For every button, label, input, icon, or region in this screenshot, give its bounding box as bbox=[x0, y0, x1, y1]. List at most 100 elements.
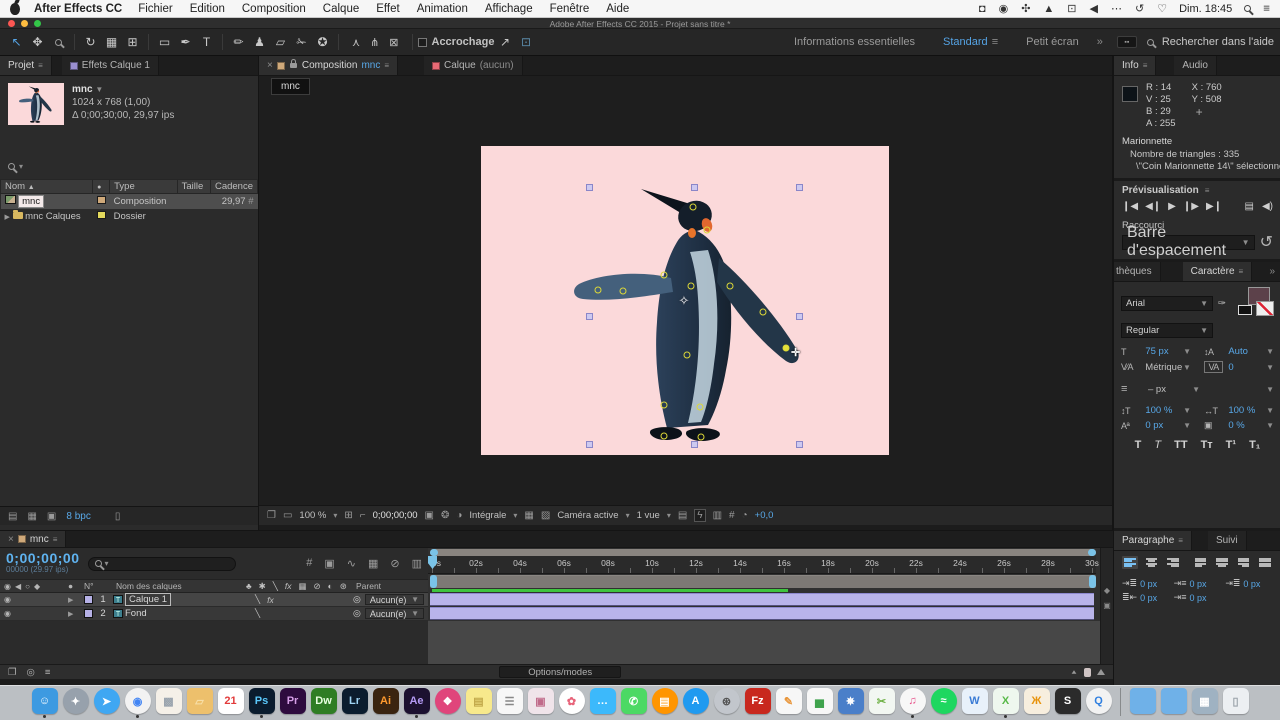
tsume-dropdown[interactable]: 0 %▼ bbox=[1228, 420, 1274, 431]
help-search-placeholder[interactable]: Rechercher dans l'aide bbox=[1162, 36, 1274, 48]
indent-first-line-field[interactable]: ⇥≣0 px bbox=[1225, 578, 1273, 589]
dock-folder-a[interactable] bbox=[1130, 688, 1156, 714]
font-family-dropdown[interactable]: Arial▼ bbox=[1121, 296, 1213, 311]
workspace-standard[interactable]: Standard bbox=[943, 36, 988, 48]
puppet-pin[interactable] bbox=[684, 352, 691, 359]
interpret-footage-icon[interactable]: ▤ bbox=[8, 511, 17, 522]
align-right-button[interactable] bbox=[1165, 556, 1181, 569]
dock-s-app[interactable]: S bbox=[1055, 688, 1081, 714]
item-name-edit[interactable]: mnc bbox=[18, 195, 44, 208]
dock-photos-viewer[interactable]: ▩ bbox=[156, 688, 182, 714]
font-style-dropdown[interactable]: Regular▼ bbox=[1121, 323, 1213, 338]
time-ruler[interactable]: 0s02s04s06s08s10s12s14s16s18s20s22s24s26… bbox=[428, 556, 1096, 574]
dock-folder-stack[interactable]: ▦ bbox=[1192, 688, 1218, 714]
expand-inout-icon[interactable]: ≡ bbox=[45, 667, 51, 678]
vertical-scale-dropdown[interactable]: 100 %▼ bbox=[1145, 405, 1191, 416]
solo-column-icon[interactable]: ○ bbox=[25, 582, 30, 591]
dock-chrome[interactable]: ◉ bbox=[125, 688, 151, 714]
text-color-swatches[interactable] bbox=[1238, 287, 1274, 319]
faux-style-2[interactable]: TT bbox=[1174, 439, 1187, 451]
selection-handle[interactable] bbox=[796, 184, 803, 191]
primary-viewer-icon[interactable]: ▭ bbox=[283, 510, 292, 521]
dock-itunes[interactable]: ♫ bbox=[900, 688, 926, 714]
dock-lightroom[interactable]: Lr bbox=[342, 688, 368, 714]
footage-thumbnail[interactable] bbox=[8, 83, 64, 125]
selection-handle[interactable] bbox=[586, 184, 593, 191]
puppet-pin[interactable] bbox=[697, 404, 704, 411]
motion-blur-icon[interactable]: ⊘ bbox=[390, 557, 399, 570]
indent-right-field[interactable]: ≣⇤0 px bbox=[1122, 592, 1170, 603]
parent-dropdown[interactable]: Aucun(e)▼ bbox=[365, 594, 424, 605]
puppet-pin[interactable] bbox=[698, 434, 705, 441]
layer-expand-arrow[interactable]: ▶ bbox=[68, 610, 82, 618]
dock-premiere[interactable]: Pr bbox=[280, 688, 306, 714]
menubar-clock[interactable]: Dim. 18:45 bbox=[1179, 3, 1232, 15]
tab-bibliotheques[interactable]: thèques bbox=[1114, 262, 1161, 281]
dock-scissors-app[interactable]: ✂ bbox=[869, 688, 895, 714]
pickwhip-icon[interactable]: ◎ bbox=[353, 608, 361, 619]
tab-timeline-mnc[interactable]: × mnc ≡ bbox=[0, 531, 66, 547]
puppet-pin[interactable] bbox=[760, 309, 767, 316]
number-column[interactable]: N° bbox=[84, 581, 114, 591]
text-tool[interactable]: T bbox=[196, 33, 217, 52]
expand-modes-icon[interactable]: ◎ bbox=[27, 667, 35, 678]
active-camera-value[interactable]: Caméra active bbox=[557, 510, 618, 521]
menu-effet[interactable]: Effet bbox=[376, 3, 399, 15]
faux-style-0[interactable]: T bbox=[1135, 439, 1142, 451]
tab-audio[interactable]: Audio bbox=[1174, 56, 1217, 75]
preview-panel-header[interactable]: Prévisualisation≡ bbox=[1114, 181, 1280, 199]
comp-flowchart-icon[interactable]: # bbox=[729, 510, 735, 521]
graph-editor-icon[interactable]: ▥ bbox=[412, 557, 422, 570]
live-update-icon[interactable]: ∿ bbox=[347, 557, 356, 570]
selection-tool[interactable]: ↖ bbox=[6, 33, 27, 52]
parent-dropdown[interactable]: Aucun(e)▼ bbox=[365, 608, 424, 619]
rectangle-tool[interactable]: ▭ bbox=[154, 33, 175, 52]
options-modes-button[interactable]: Options/modes bbox=[499, 666, 621, 678]
current-time-display[interactable]: 0;00;00;00 bbox=[373, 510, 418, 521]
baseline-shift-dropdown[interactable]: 0 px▼ bbox=[1145, 420, 1191, 431]
roto-brush-tool[interactable]: ✁ bbox=[291, 33, 312, 52]
puppet-pin[interactable] bbox=[727, 283, 734, 290]
dock-facetime[interactable]: ✆ bbox=[621, 688, 647, 714]
pan-behind-tool[interactable]: ⊞ bbox=[122, 33, 143, 52]
zoom-in-icon[interactable] bbox=[1097, 669, 1105, 675]
tab-suivi[interactable]: Suivi bbox=[1208, 531, 1247, 550]
stamp-tool[interactable]: ♟ bbox=[249, 33, 270, 52]
snap-grid-icon[interactable]: ⊡ bbox=[515, 33, 536, 52]
timeline-zoom-control[interactable] bbox=[1070, 668, 1105, 677]
apple-logo-icon[interactable] bbox=[10, 3, 20, 15]
timeline-button-icon[interactable]: ▥ bbox=[713, 510, 722, 521]
panel-overflow-chevron[interactable]: » bbox=[1263, 262, 1280, 281]
layer-row-calque-1[interactable]: ◉ ▶ 1 T Calque 1 ╲ fx ◎ Aucun(e)▼ bbox=[0, 593, 428, 607]
zoom-out-icon[interactable] bbox=[1072, 670, 1077, 674]
volume-icon[interactable]: ◀ bbox=[1090, 2, 1098, 15]
indent-left-field[interactable]: ⇥≣0 px bbox=[1122, 578, 1170, 589]
dock-after-effects[interactable]: Ae bbox=[404, 688, 430, 714]
workspace-overflow-chevron[interactable]: » bbox=[1097, 36, 1103, 48]
dock-filezilla[interactable]: Fz bbox=[745, 688, 771, 714]
selection-handle[interactable] bbox=[586, 313, 593, 320]
project-row-mnc-calques[interactable]: ▶ mnc Calques Dossier bbox=[1, 209, 258, 224]
magnification-value[interactable]: 100 % bbox=[299, 510, 326, 521]
close-tab-icon[interactable]: × bbox=[8, 534, 14, 545]
layer-name[interactable]: Calque 1 bbox=[125, 593, 171, 606]
menu-composition[interactable]: Composition bbox=[242, 3, 306, 15]
puppet-pin[interactable] bbox=[704, 227, 711, 234]
hand-tool[interactable]: ✥ bbox=[27, 33, 48, 52]
selection-handle[interactable] bbox=[691, 184, 698, 191]
reset-icon[interactable]: ↺ bbox=[1260, 232, 1273, 252]
puppet-pin[interactable] bbox=[661, 402, 668, 409]
dock-safari[interactable]: ➤ bbox=[94, 688, 120, 714]
mask-visibility-icon[interactable]: ⌐ bbox=[360, 510, 366, 521]
dock-messages[interactable]: … bbox=[590, 688, 616, 714]
video-column-icon[interactable]: ◉ bbox=[4, 582, 11, 591]
tab-effets-calque1[interactable]: Effets Calque 1 bbox=[62, 56, 159, 75]
layer-bar-calque-1[interactable] bbox=[430, 593, 1094, 606]
selection-handle[interactable] bbox=[796, 441, 803, 448]
composition-canvas[interactable]: ✛ ✧ bbox=[481, 146, 889, 455]
snap-arrow-icon[interactable]: ↗ bbox=[494, 33, 515, 52]
tracking-dropdown[interactable]: 0▼ bbox=[1228, 362, 1274, 373]
mute-audio-icon[interactable]: ◀) bbox=[1262, 201, 1273, 212]
horizontal-scale-dropdown[interactable]: 100 %▼ bbox=[1228, 405, 1274, 416]
justify-last-right-button[interactable] bbox=[1236, 556, 1252, 569]
